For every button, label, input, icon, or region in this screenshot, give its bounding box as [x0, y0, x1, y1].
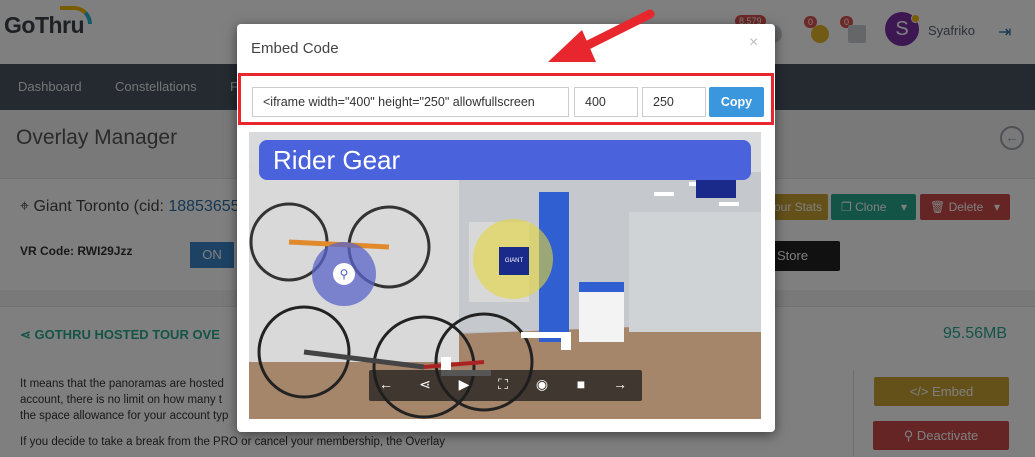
annotation-arrow-icon — [548, 9, 655, 62]
